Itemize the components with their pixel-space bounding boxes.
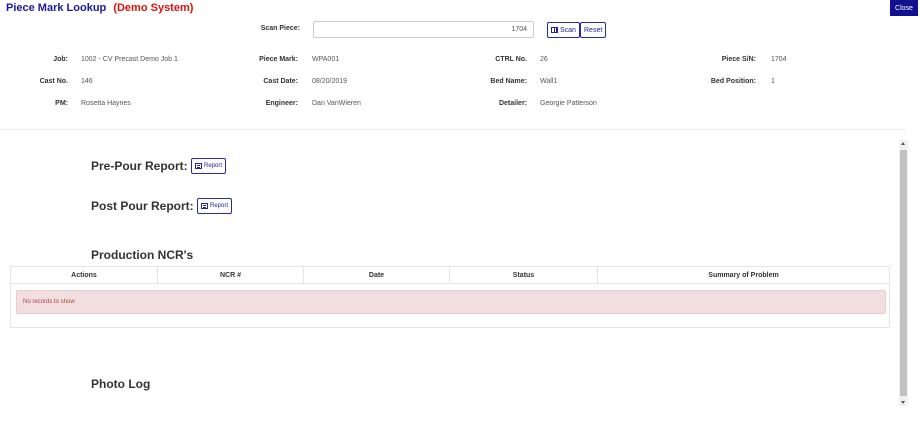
reset-button[interactable]: Reset: [580, 22, 607, 38]
reset-button-label: Reset: [584, 26, 603, 34]
photo-log-title: Photo Log: [91, 377, 151, 391]
scan-piece-label: Scan Piece:: [260, 25, 300, 32]
scroll-up-arrow-icon[interactable]: [901, 142, 905, 145]
detailer-value: Georgie Patterson: [540, 100, 597, 107]
job-label: Job:: [53, 56, 68, 63]
column-header-ncr-number[interactable]: NCR #: [158, 267, 304, 284]
piece-mark-value: WPA001: [312, 56, 340, 63]
pm-value: Rosetta Haynes: [81, 100, 131, 107]
detailer-label: Detailer:: [498, 100, 527, 107]
column-header-status[interactable]: Status: [450, 267, 598, 284]
post-pour-report-title: Post Pour Report:: [91, 199, 194, 213]
ctrl-no-value: 26: [540, 56, 548, 63]
post-pour-report-button[interactable]: Report: [197, 198, 233, 214]
cast-date-value: 08/20/2019: [312, 78, 348, 85]
pre-pour-report-title: Pre-Pour Report:: [91, 159, 188, 173]
column-header-summary[interactable]: Summary of Problem: [598, 267, 889, 284]
piece-mark-label: Piece Mark:: [259, 56, 298, 63]
cast-no-value: 146: [81, 78, 93, 85]
close-button[interactable]: Close: [890, 0, 918, 16]
job-value: 1002 - CV Precast Demo Job 1: [81, 56, 178, 63]
scan-piece-input[interactable]: [313, 21, 534, 38]
bed-position-value: 1: [771, 78, 775, 85]
engineer-label: Engineer:: [265, 100, 298, 107]
no-records-message: No records to show: [16, 290, 886, 314]
report-button-label: Report: [204, 163, 223, 169]
bed-name-label: Bed Name:: [490, 78, 527, 85]
scan-row: Scan Piece: Scan Reset: [0, 21, 920, 39]
piece-sn-value: 1704: [771, 56, 787, 63]
report-icon: [201, 203, 208, 209]
scan-button-label: Scan: [560, 26, 576, 34]
pm-label: PM:: [55, 100, 68, 107]
piece-sn-label: Piece S/N:: [721, 56, 756, 63]
cast-no-label: Cast No.: [39, 78, 68, 85]
bed-name-value: Wall1: [540, 78, 558, 85]
report-button-label: Report: [210, 203, 229, 209]
bed-position-label: Bed Position:: [710, 78, 756, 85]
vertical-scrollbar[interactable]: [899, 140, 908, 406]
ncr-table-header: Actions NCR # Date Status Summary of Pro…: [11, 267, 889, 284]
barcode-icon: [551, 27, 558, 33]
column-header-actions[interactable]: Actions: [11, 267, 158, 284]
scroll-down-arrow-icon[interactable]: [901, 401, 905, 404]
engineer-value: Dan VanWieren: [312, 100, 361, 107]
scan-button[interactable]: Scan: [547, 22, 580, 38]
header-divider: [0, 129, 906, 130]
scrollbar-thumb[interactable]: [900, 150, 907, 396]
page-title: Piece Mark Lookup (Demo System): [6, 2, 193, 14]
column-header-date[interactable]: Date: [304, 267, 450, 284]
demo-badge: (Demo System): [113, 2, 194, 14]
cast-date-label: Cast Date:: [263, 78, 298, 85]
report-icon: [195, 163, 202, 169]
ctrl-no-label: CTRL No.: [495, 56, 527, 63]
app-title: Piece Mark Lookup: [6, 2, 107, 14]
ncr-table: Actions NCR # Date Status Summary of Pro…: [10, 266, 890, 328]
production-ncr-title: Production NCR's: [91, 248, 194, 262]
pre-pour-report-button[interactable]: Report: [191, 158, 227, 174]
